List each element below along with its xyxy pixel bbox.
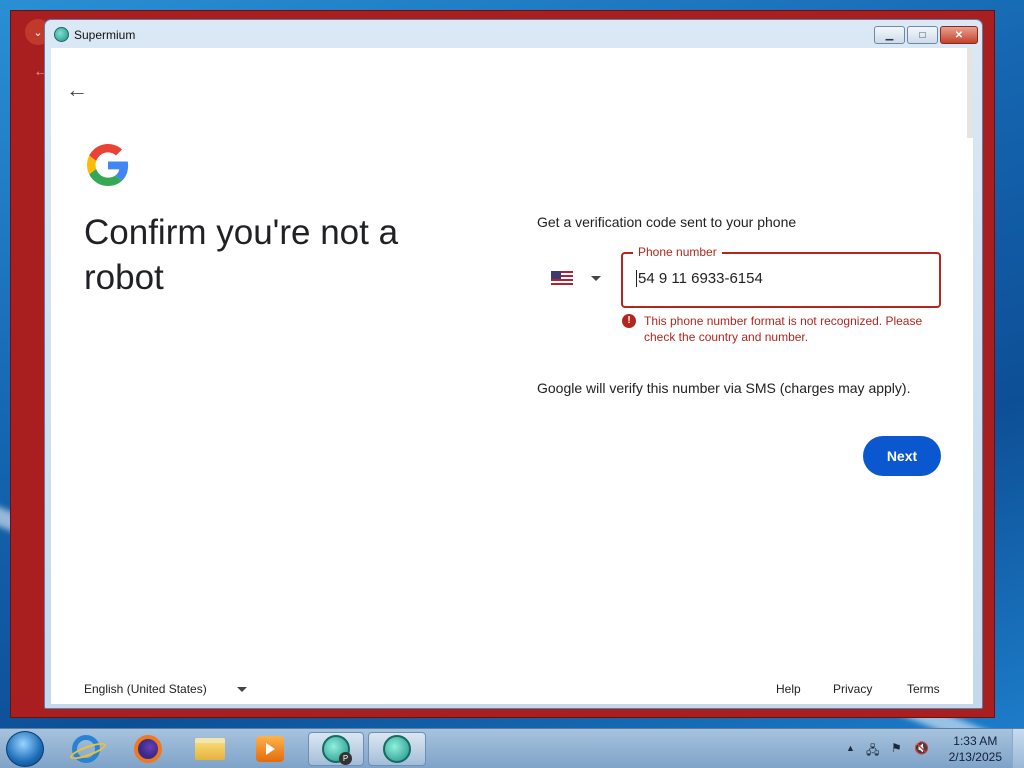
sms-note: Google will verify this number via SMS (… [537, 380, 911, 396]
phone-number-input[interactable] [636, 270, 926, 287]
maximize-button[interactable]: □ [907, 26, 938, 44]
internet-explorer-button[interactable] [64, 732, 108, 766]
profile-badge: P [339, 752, 352, 765]
show-hidden-icons-icon[interactable]: ▲ [846, 743, 855, 753]
error-icon: ! [622, 314, 636, 328]
back-arrow-icon[interactable]: ← [66, 78, 90, 102]
supermium-profile-button[interactable]: P [308, 732, 364, 766]
privacy-link[interactable]: Privacy [833, 682, 872, 696]
terms-link[interactable]: Terms [907, 682, 940, 696]
next-button[interactable]: Next [863, 436, 941, 476]
supermium-icon [383, 735, 411, 763]
phone-number-label: Phone number [633, 245, 722, 259]
help-link[interactable]: Help [776, 682, 801, 696]
chevron-down-icon [236, 686, 247, 692]
language-label: English (United States) [84, 682, 207, 696]
supermium-window: Supermium ▁ □ ✕ ← Confirm you're not a r… [44, 19, 983, 709]
file-explorer-icon [195, 738, 225, 760]
phone-number-field[interactable]: Phone number [621, 245, 941, 308]
supermium-window-button[interactable] [368, 732, 426, 766]
system-clock[interactable]: 1:33 AM 2/13/2025 [949, 733, 1002, 765]
google-logo-icon [87, 144, 129, 186]
page-content: ← Confirm you're not a robot Get a verif… [51, 48, 973, 704]
close-button[interactable]: ✕ [940, 26, 978, 44]
clock-time: 1:33 AM [953, 734, 998, 748]
media-player-button[interactable] [248, 732, 292, 766]
network-icon[interactable]: 🖧 [866, 741, 879, 762]
chevron-down-icon [591, 275, 601, 281]
minimize-button[interactable]: ▁ [874, 26, 905, 44]
internet-explorer-icon [72, 735, 100, 763]
start-button[interactable] [6, 731, 44, 767]
supermium-icon: P [322, 735, 352, 765]
error-message: This phone number format is not recogniz… [644, 314, 923, 344]
volume-muted-icon[interactable]: 🔇 [914, 741, 929, 755]
window-title: Supermium [74, 28, 136, 42]
scrollbar[interactable] [967, 48, 973, 138]
language-selector[interactable]: English (United States) [84, 682, 247, 696]
title-bar[interactable]: Supermium ▁ □ ✕ [45, 20, 982, 48]
taskbar: P ▲ 🖧 ⚑ 🔇 1:33 AM 2/13/2025 [0, 728, 1024, 768]
media-player-icon [256, 736, 284, 762]
us-flag-icon [551, 271, 573, 285]
show-desktop-button[interactable] [1012, 729, 1024, 768]
page-title: Confirm you're not a robot [84, 213, 399, 297]
file-explorer-button[interactable] [188, 732, 232, 766]
action-center-flag-icon[interactable]: ⚑ [891, 741, 902, 755]
firefox-icon [134, 735, 162, 763]
country-selector[interactable] [551, 263, 607, 293]
clock-date: 2/13/2025 [948, 750, 1002, 764]
supermium-app-icon [54, 27, 69, 42]
verification-subtitle: Get a verification code sent to your pho… [537, 214, 797, 230]
firefox-button[interactable] [126, 732, 170, 766]
